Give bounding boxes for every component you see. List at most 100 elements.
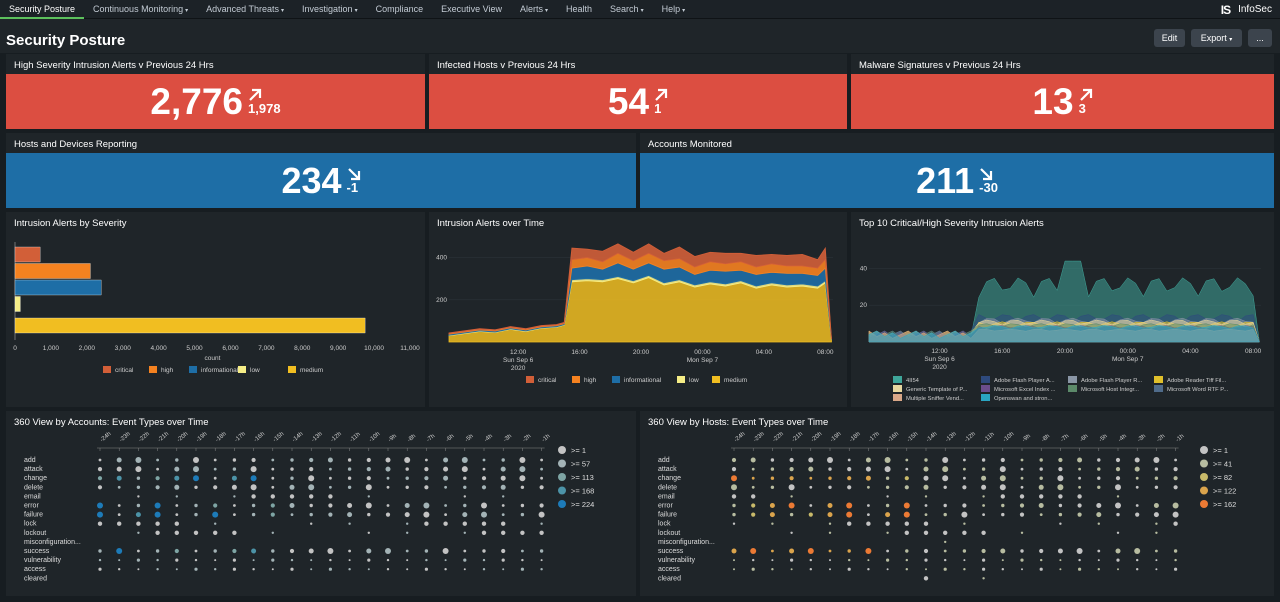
punch-dot	[867, 568, 870, 571]
legend-swatch-high	[572, 376, 580, 383]
punch-dot	[136, 503, 141, 508]
nav-item-investigation[interactable]: Investigation ▾	[293, 0, 367, 19]
punch-dot	[328, 512, 333, 517]
punch-dot	[943, 503, 947, 508]
punch-dot	[1057, 548, 1063, 554]
punch-dot	[1021, 568, 1023, 571]
punch-dot	[348, 568, 351, 571]
nav-item-executive-view[interactable]: Executive View	[432, 0, 511, 19]
punch-dot	[962, 549, 967, 553]
punch-dot	[213, 458, 217, 462]
punch-dot	[404, 503, 410, 508]
punch-dot	[271, 476, 275, 480]
x-tick-label: 3,000	[115, 345, 132, 352]
punch-dot	[155, 521, 160, 526]
hour-label: -17h	[234, 431, 247, 443]
single-value: 211 -30	[640, 153, 1274, 208]
punch-dot	[999, 484, 1006, 491]
arrow-down-right-icon	[347, 168, 360, 181]
punch-dot	[271, 467, 275, 471]
punch-dot	[482, 458, 486, 462]
punch-dot	[250, 475, 257, 482]
hour-label: -12h	[964, 431, 977, 443]
punch-dot	[194, 558, 198, 562]
x-tick-label: 9,000	[330, 345, 347, 352]
y-tick-label: 40	[860, 265, 868, 272]
panel-title: Malware Signatures v Previous 24 Hrs	[859, 60, 1021, 71]
nav-item-alerts[interactable]: Alerts ▾	[511, 0, 557, 19]
nav-item-advanced-threats[interactable]: Advanced Threats ▾	[197, 0, 293, 19]
x-tick-label: 16:00	[571, 349, 588, 356]
hour-label: -13h	[945, 431, 958, 443]
punch-dot	[885, 503, 890, 508]
punch-dot	[886, 568, 889, 571]
punch-dot	[310, 568, 313, 571]
hour-label: -7h	[426, 433, 436, 443]
punch-dot	[367, 512, 371, 517]
export-button[interactable]: Export ▾	[1191, 29, 1242, 47]
punch-dot	[751, 567, 755, 571]
punch-dot	[1097, 522, 1100, 525]
legend-label: Microsoft Word RTF P...	[1167, 387, 1229, 393]
edit-button[interactable]: Edit	[1154, 29, 1185, 47]
punch-dot	[519, 475, 526, 482]
more-button[interactable]: ...	[1248, 29, 1272, 47]
title-bar: Security Posture	[0, 19, 1280, 53]
row-label: attack	[24, 466, 43, 473]
punch-dot	[1174, 567, 1178, 571]
punch-dot	[97, 511, 103, 518]
nav-item-security-posture[interactable]: Security Posture	[0, 0, 85, 19]
x-tick-label: 11,000	[400, 345, 420, 352]
nav-item-help[interactable]: Help ▾	[653, 0, 695, 19]
punch-dot	[731, 467, 737, 472]
nav-item-health[interactable]: Health	[557, 0, 601, 19]
punch-dot	[116, 457, 122, 463]
legend-label: critical	[538, 377, 557, 384]
punch-dot	[867, 504, 870, 507]
row-label: delete	[658, 484, 677, 491]
punch-dot	[942, 475, 949, 482]
hour-label: -14h	[925, 431, 938, 443]
punch-dot	[1173, 485, 1178, 490]
severity-bar-chart: 0 1,000 2,000 3,000 4,000 5,000 6,000 7,000 8,00…	[13, 242, 420, 374]
punch-dot	[193, 457, 199, 463]
legend-label: >= 122	[1213, 487, 1236, 496]
panel-title: High Severity Intrusion Alerts v Previou…	[14, 60, 214, 71]
legend-dot	[558, 459, 566, 468]
punch-dot	[214, 559, 217, 562]
punch-dot	[847, 476, 852, 481]
nav-item-search[interactable]: Search ▾	[601, 0, 653, 19]
bar-critical	[14, 246, 41, 263]
punch-dot	[1135, 485, 1139, 489]
legend-label: Microsoft Host Integr...	[1081, 387, 1139, 393]
brand[interactable]: IS InfoSec	[1221, 0, 1272, 19]
punch-dot	[502, 495, 505, 498]
nav-item-continuous-monitoring[interactable]: Continuous Monitoring ▾	[84, 0, 197, 19]
hour-label: -19h	[195, 431, 208, 443]
punch-dot	[271, 558, 275, 562]
punch-dot	[406, 531, 409, 534]
hour-label: -9h	[1021, 433, 1031, 443]
punch-dot	[193, 475, 199, 482]
hour-label: -18h	[215, 431, 228, 443]
legend-swatch-medium	[712, 376, 720, 383]
punch-dot	[1059, 559, 1062, 562]
punch-dot	[98, 458, 102, 462]
punch-dot	[1173, 476, 1178, 481]
punch-dot	[750, 457, 756, 463]
nav-item-compliance[interactable]: Compliance	[367, 0, 433, 19]
row-label: vulnerability	[24, 557, 61, 564]
punch-dot	[886, 558, 890, 562]
punch-dot	[1155, 522, 1158, 525]
punch-dot	[367, 531, 370, 534]
legend-swatch-high	[149, 366, 157, 373]
punch-dot	[1038, 503, 1044, 508]
punch-dot	[501, 513, 505, 516]
punch-dot	[386, 568, 390, 571]
single-value: 54 1	[429, 74, 847, 129]
punch-dot	[732, 522, 736, 525]
punch-dot	[366, 457, 371, 463]
hour-label: -11h	[349, 431, 362, 443]
punch-dot	[923, 521, 929, 526]
punch-dot	[117, 485, 121, 489]
